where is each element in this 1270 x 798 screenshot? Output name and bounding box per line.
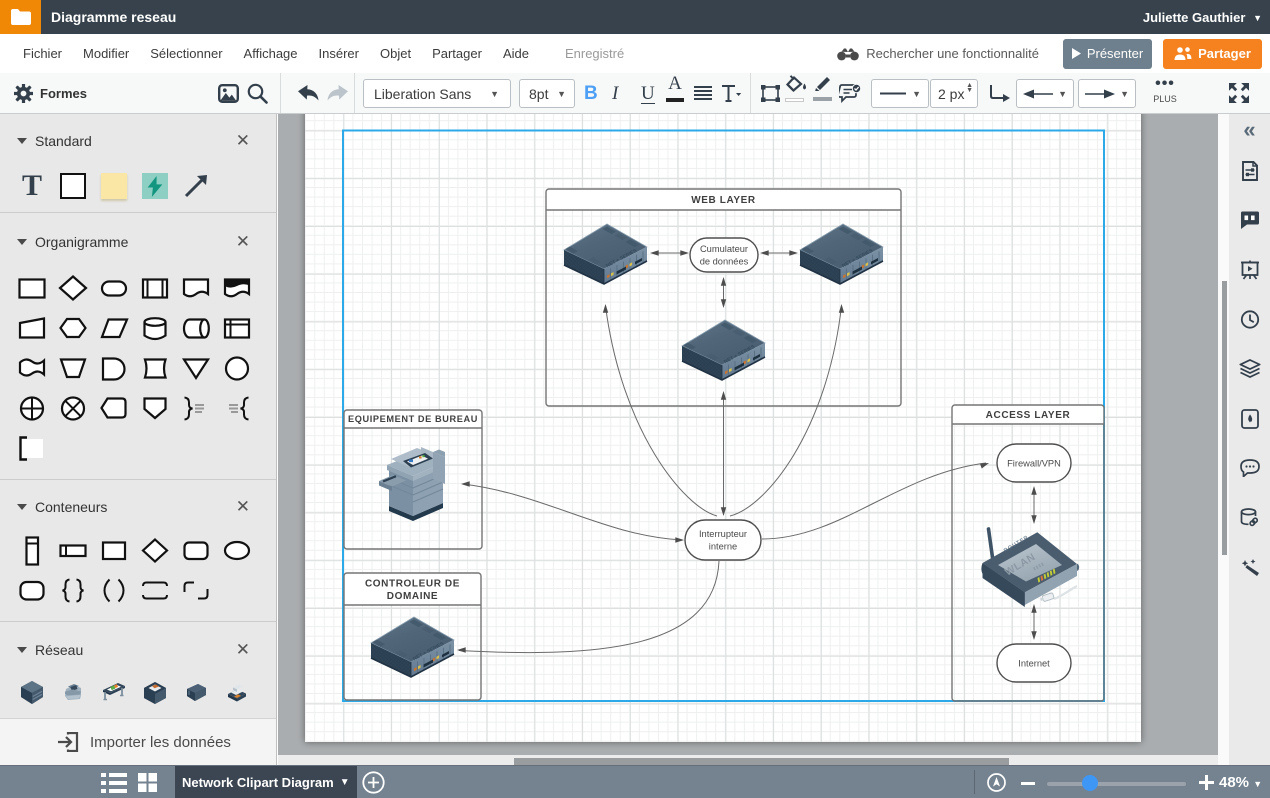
svg-text:interne: interne	[709, 542, 737, 552]
svg-text:CONTROLEUR DE: CONTROLEUR DE	[365, 579, 460, 590]
svg-text:DOMAINE: DOMAINE	[387, 591, 438, 602]
svg-text:de données: de données	[700, 257, 749, 267]
svg-text:Interrupteur: Interrupteur	[699, 529, 747, 539]
svg-text:ACCESS LAYER: ACCESS LAYER	[986, 410, 1071, 421]
svg-text:Cumulateur: Cumulateur	[700, 244, 748, 254]
svg-text:Firewall/VPN: Firewall/VPN	[1007, 458, 1061, 468]
svg-text:EQUIPEMENT DE BUREAU: EQUIPEMENT DE BUREAU	[348, 414, 478, 424]
svg-text:Internet: Internet	[1018, 658, 1050, 668]
svg-text:WEB LAYER: WEB LAYER	[691, 195, 756, 206]
